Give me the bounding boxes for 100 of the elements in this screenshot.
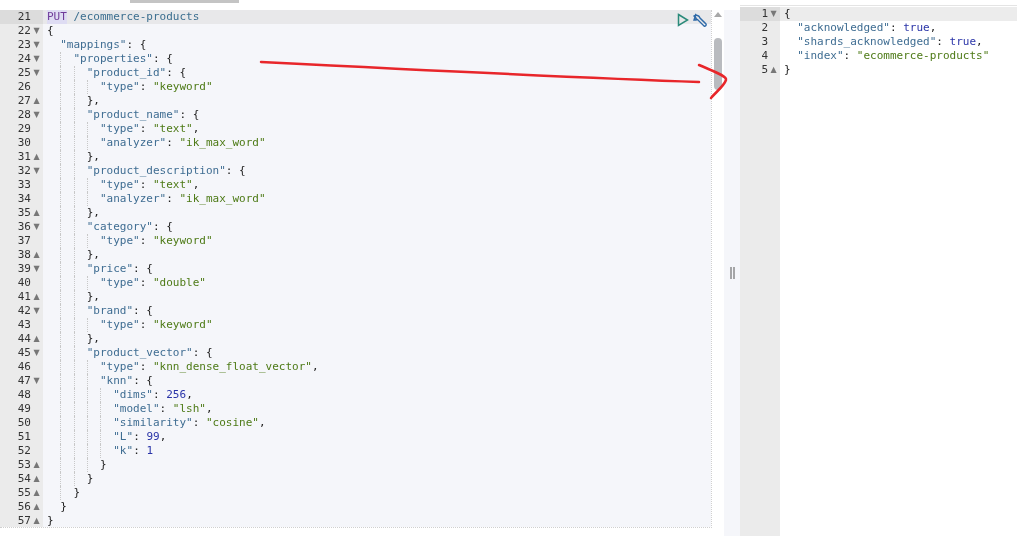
- line-number: 1: [761, 7, 768, 21]
- fold-marker[interactable]: ▼: [33, 108, 40, 122]
- code-punctuation: {: [204, 346, 213, 360]
- fold-marker[interactable]: ▲: [33, 472, 40, 486]
- code-punctuation: :: [139, 80, 147, 94]
- code-punctuation: {: [178, 66, 187, 80]
- code-punctuation: {: [165, 220, 173, 234]
- code-punctuation: ,: [976, 35, 983, 49]
- code-key: "model": [113, 402, 160, 416]
- fold-marker[interactable]: ▼: [33, 164, 40, 178]
- fold-marker[interactable]: ▲: [33, 248, 40, 262]
- code-key: "mappings": [60, 38, 127, 52]
- code-punctuation: :: [166, 192, 173, 206]
- fold-marker[interactable]: ▼: [33, 38, 40, 52]
- code-key: "acknowledged": [797, 21, 890, 35]
- fold-marker[interactable]: ▲: [33, 514, 40, 528]
- code-key: "product_vector": [86, 346, 193, 360]
- line-number: 35: [17, 206, 31, 220]
- code-string: "double": [153, 276, 206, 290]
- code-key: "type": [100, 234, 140, 248]
- code-punctuation: :: [153, 220, 160, 234]
- code-punctuation: :: [133, 304, 140, 318]
- line-number: 43: [17, 318, 31, 332]
- code-punctuation: },: [86, 332, 100, 346]
- code-punctuation: }: [86, 472, 94, 486]
- code-punctuation: :: [139, 122, 147, 136]
- code-punctuation: {: [47, 24, 54, 38]
- code-punctuation: }: [784, 63, 791, 77]
- code-punctuation: ,: [159, 430, 167, 444]
- fold-marker[interactable]: ▲: [770, 63, 777, 77]
- fold-marker[interactable]: ▼: [33, 220, 40, 234]
- code-punctuation: :: [166, 66, 173, 80]
- line-number: 2: [761, 21, 768, 35]
- fold-marker[interactable]: ▲: [33, 206, 40, 220]
- line-number: 39: [17, 262, 31, 276]
- line-number: 34: [17, 192, 31, 206]
- line-number: 32: [17, 164, 31, 178]
- fold-marker[interactable]: ▲: [33, 486, 40, 500]
- line-number: 54: [17, 472, 31, 486]
- line-number: 4: [761, 49, 768, 63]
- code-string: "cosine": [206, 416, 259, 430]
- code-key: "brand": [86, 304, 134, 318]
- code-punctuation: :: [192, 346, 200, 360]
- fold-marker[interactable]: ▼: [33, 52, 40, 66]
- wrench-icon[interactable]: [693, 12, 709, 28]
- line-number: 23: [17, 38, 31, 52]
- fold-marker[interactable]: ▲: [33, 94, 40, 108]
- code-boolean: true: [949, 35, 977, 49]
- code-key: "type": [100, 178, 140, 192]
- line-number: 26: [17, 80, 31, 94]
- fold-marker[interactable]: ▲: [33, 500, 40, 514]
- scrollbar-thumb[interactable]: [714, 38, 722, 90]
- code-punctuation: :: [153, 388, 160, 402]
- scroll-up-icon[interactable]: [714, 11, 722, 17]
- fold-marker[interactable]: ▲: [33, 290, 40, 304]
- line-number: 44: [17, 332, 31, 346]
- code-punctuation: {: [145, 374, 153, 388]
- code-punctuation: {: [145, 262, 153, 276]
- fold-marker[interactable]: ▲: [33, 332, 40, 346]
- line-number: 40: [17, 276, 31, 290]
- code-punctuation: :: [889, 21, 897, 35]
- code-boolean: true: [903, 21, 930, 35]
- line-number: 33: [17, 178, 31, 192]
- code-key: "type": [100, 80, 140, 94]
- line-number: 52: [17, 444, 31, 458]
- line-number: 51: [17, 430, 31, 444]
- line-number: 55: [17, 486, 31, 500]
- line-number: 25: [17, 66, 31, 80]
- code-punctuation: :: [166, 136, 173, 150]
- play-icon[interactable]: [677, 13, 689, 27]
- fold-marker[interactable]: ▼: [33, 66, 40, 80]
- code-key: "analyzer": [100, 136, 167, 150]
- code-number: 99: [146, 430, 160, 444]
- code-string: "lsh": [172, 402, 206, 416]
- line-number: 48: [17, 388, 31, 402]
- fold-marker[interactable]: ▼: [770, 7, 777, 21]
- code-key: "type": [100, 276, 140, 290]
- code-punctuation: :: [153, 52, 160, 66]
- code-punctuation: }: [100, 458, 107, 472]
- fold-marker[interactable]: ▲: [33, 458, 40, 472]
- line-number: 53: [17, 458, 31, 472]
- line-number: 30: [17, 136, 31, 150]
- fold-marker[interactable]: ▼: [33, 24, 40, 38]
- fold-marker[interactable]: ▼: [33, 346, 40, 360]
- code-punctuation: :: [126, 38, 134, 52]
- fold-marker[interactable]: ▼: [33, 262, 40, 276]
- line-number: 46: [17, 360, 31, 374]
- code-punctuation: }: [47, 514, 54, 528]
- code-punctuation: },: [86, 94, 100, 108]
- fold-marker[interactable]: ▲: [33, 150, 40, 164]
- code-punctuation: ,: [206, 402, 213, 416]
- line-number: 5: [761, 63, 768, 77]
- code-punctuation: {: [138, 38, 147, 52]
- line-number: 41: [17, 290, 31, 304]
- code-key: "product_name": [86, 108, 180, 122]
- code-punctuation: {: [145, 304, 153, 318]
- fold-marker[interactable]: ▼: [33, 304, 40, 318]
- line-number: 27: [17, 94, 31, 108]
- resize-handle[interactable]: [729, 267, 735, 279]
- fold-marker[interactable]: ▼: [33, 374, 40, 388]
